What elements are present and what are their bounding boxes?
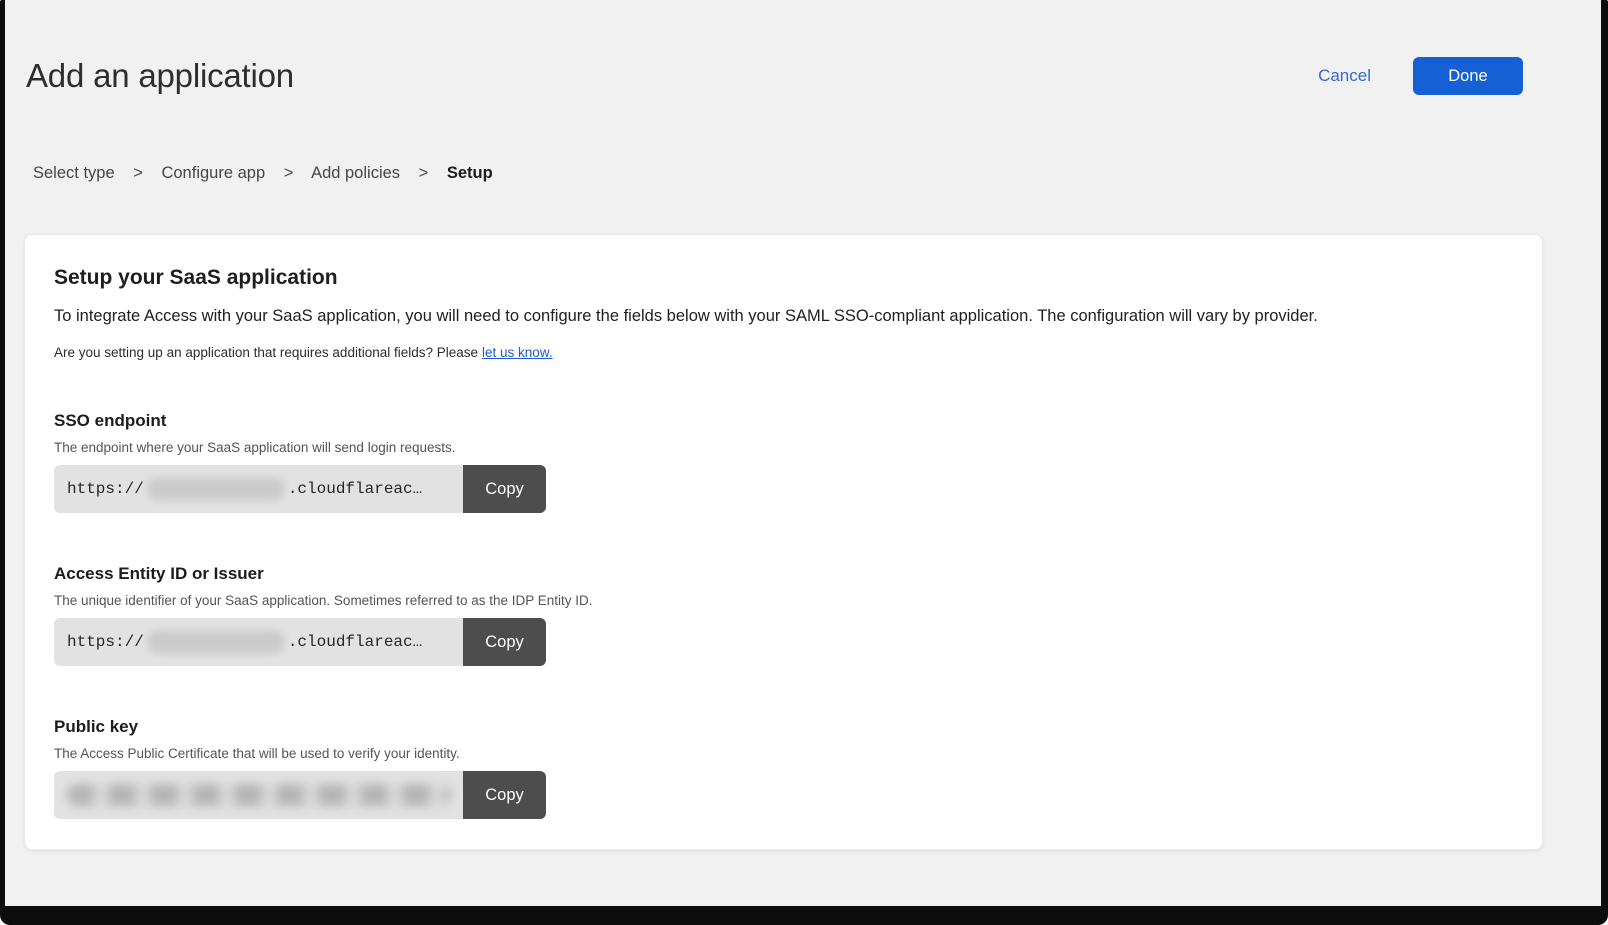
note-static-text: Are you setting up an application that r… (54, 345, 478, 360)
value-prefix: https:// (67, 480, 144, 498)
breadcrumb-step-select-type[interactable]: Select type (33, 164, 115, 182)
redacted-value-blur (147, 477, 285, 501)
sso-endpoint-label: SSO endpoint (54, 411, 1512, 431)
access-entity-id-description: The unique identifier of your SaaS appli… (54, 593, 1512, 608)
public-key-value (54, 771, 463, 819)
access-entity-id-label: Access Entity ID or Issuer (54, 564, 1512, 584)
breadcrumb-step-add-policies[interactable]: Add policies (311, 164, 400, 182)
breadcrumb-separator: > (133, 164, 143, 182)
header-actions: Cancel Done (1318, 57, 1523, 95)
redacted-value-blur (147, 630, 285, 654)
value-suffix: .cloudflareac… (288, 480, 422, 498)
access-entity-id-row: https:// .cloudflareac… Copy (54, 618, 546, 666)
add-application-page: Add an application Cancel Done Select ty… (5, 0, 1601, 850)
breadcrumb-step-configure-app[interactable]: Configure app (161, 164, 265, 182)
redacted-value-blur (67, 784, 451, 806)
sso-endpoint-copy-button[interactable]: Copy (463, 465, 546, 513)
sso-endpoint-section: SSO endpoint The endpoint where your Saa… (54, 411, 1512, 513)
card-title: Setup your SaaS application (54, 266, 1512, 290)
breadcrumb-step-setup[interactable]: Setup (447, 164, 493, 182)
window-frame: Add an application Cancel Done Select ty… (0, 0, 1608, 925)
cancel-button[interactable]: Cancel (1318, 66, 1371, 86)
public-key-copy-button[interactable]: Copy (463, 771, 546, 819)
sso-endpoint-value: https:// .cloudflareac… (54, 465, 463, 513)
public-key-row: Copy (54, 771, 546, 819)
value-suffix: .cloudflareac… (288, 633, 422, 651)
page-header: Add an application Cancel Done (5, 57, 1601, 95)
intro-text: To integrate Access with your SaaS appli… (54, 307, 1512, 326)
access-entity-id-copy-button[interactable]: Copy (463, 618, 546, 666)
access-entity-id-section: Access Entity ID or Issuer The unique id… (54, 564, 1512, 666)
public-key-section: Public key The Access Public Certificate… (54, 717, 1512, 819)
breadcrumb: Select type > Configure app > Add polici… (33, 164, 1601, 183)
breadcrumb-separator: > (284, 164, 294, 182)
done-button[interactable]: Done (1413, 57, 1523, 95)
let-us-know-link[interactable]: let us know. (482, 345, 553, 360)
setup-saas-card: Setup your SaaS application To integrate… (24, 234, 1543, 850)
additional-fields-note: Are you setting up an application that r… (54, 345, 1512, 360)
sso-endpoint-description: The endpoint where your SaaS application… (54, 440, 1512, 455)
sso-endpoint-row: https:// .cloudflareac… Copy (54, 465, 546, 513)
value-prefix: https:// (67, 633, 144, 651)
access-entity-id-value: https:// .cloudflareac… (54, 618, 463, 666)
breadcrumb-separator: > (419, 164, 429, 182)
page-title: Add an application (26, 57, 294, 95)
public-key-description: The Access Public Certificate that will … (54, 746, 1512, 761)
public-key-label: Public key (54, 717, 1512, 737)
